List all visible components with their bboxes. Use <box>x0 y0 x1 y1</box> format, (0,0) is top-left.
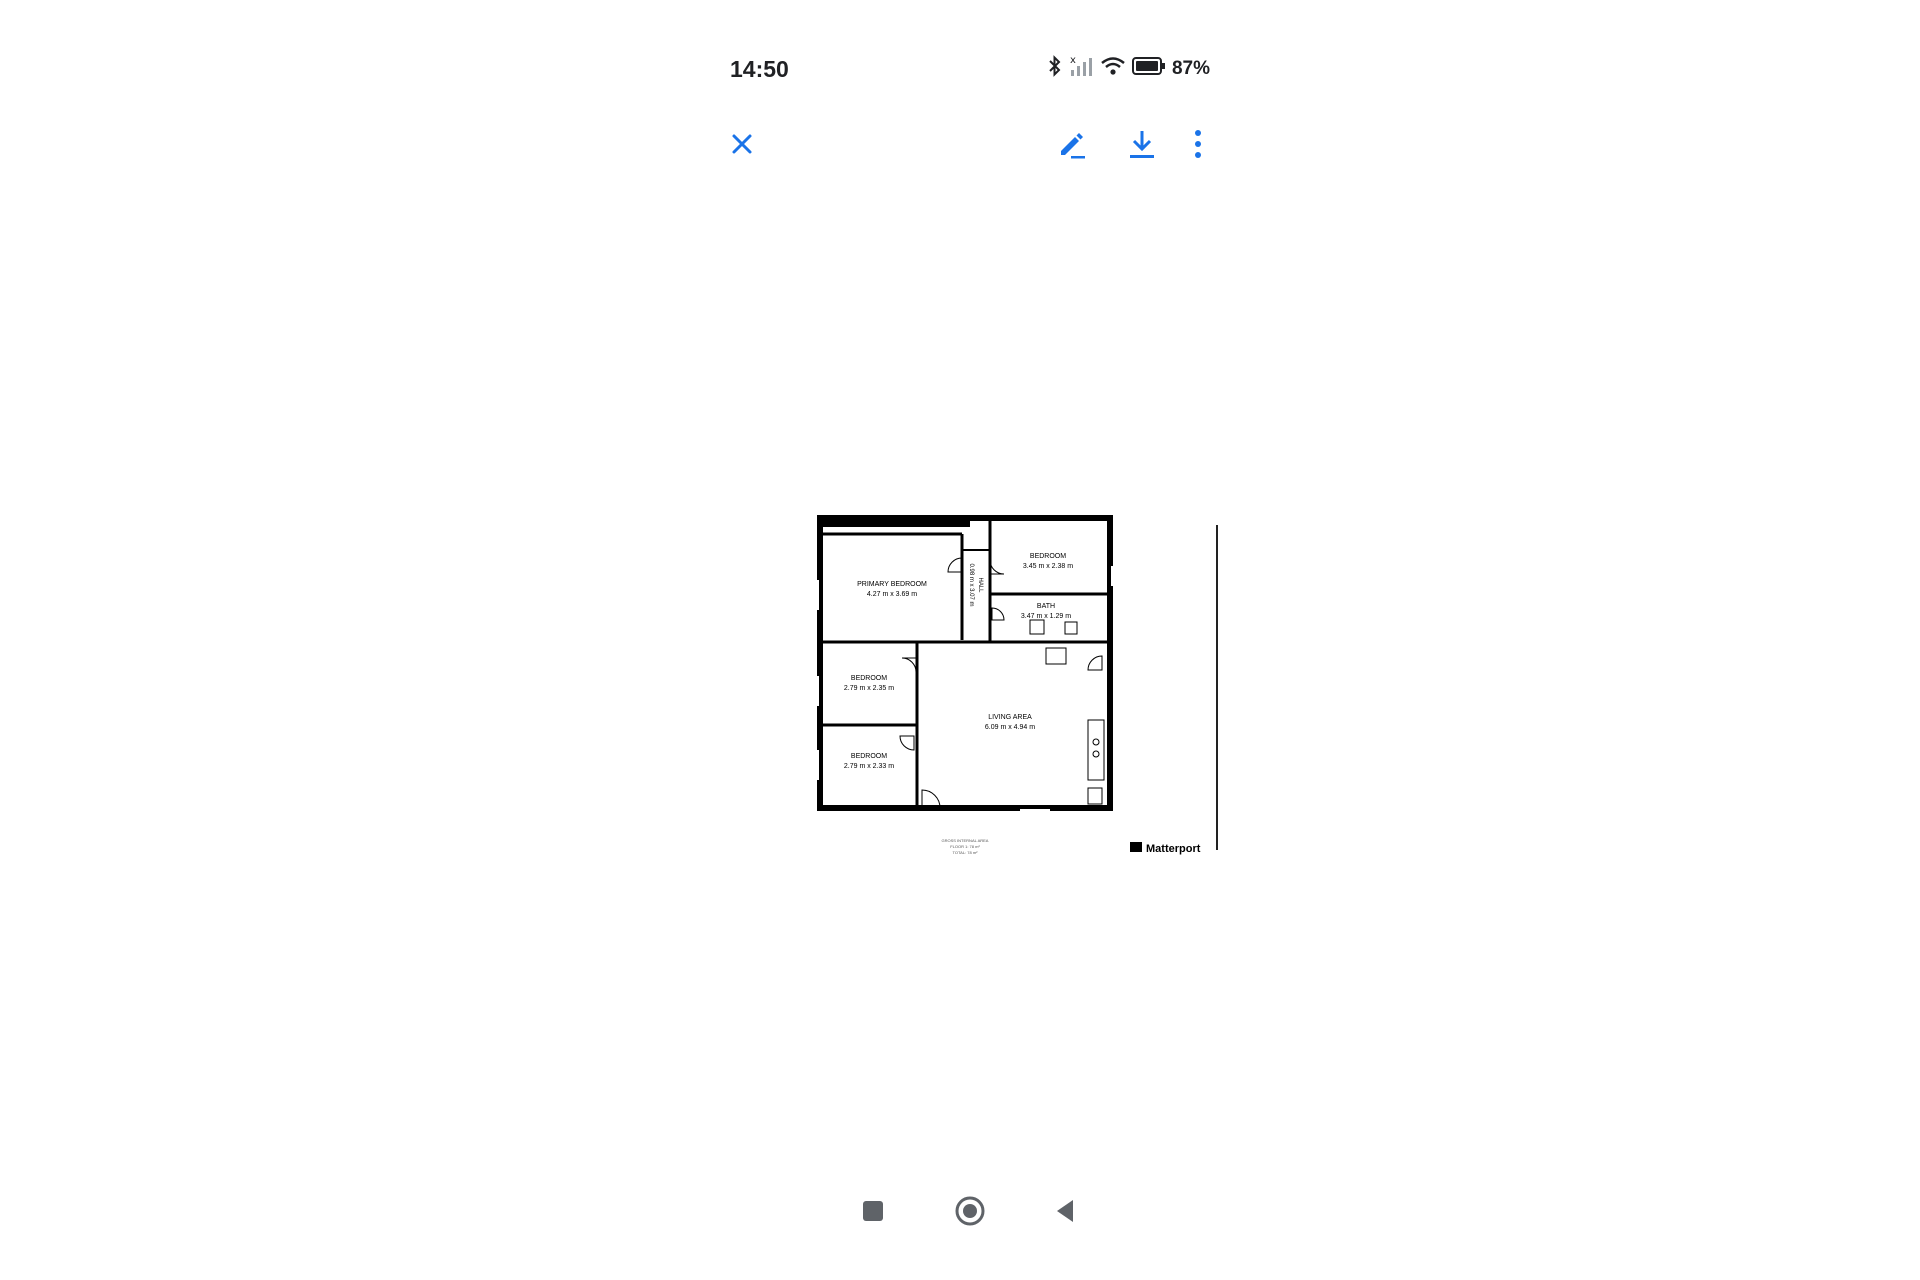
room-size-bedroom-1: 3.45 m x 2.38 m <box>1023 563 1073 570</box>
room-name-living-area: LIVING AREA <box>988 714 1032 721</box>
recents-button[interactable] <box>848 1186 898 1236</box>
home-button[interactable] <box>945 1186 995 1236</box>
matterport-logo: Matterport <box>1130 842 1201 855</box>
room-name-hall: HALL <box>977 577 983 593</box>
room-name-primary-bedroom: PRIMARY BEDROOM <box>857 581 927 588</box>
room-name-bath: BATH <box>1037 603 1055 610</box>
area-note-floor: FLOOR 1: 78 m² <box>950 844 980 849</box>
recents-icon <box>863 1201 883 1221</box>
room-size-hall: 0.98 m x 3.07 m <box>968 563 974 606</box>
bluetooth-icon <box>1048 55 1062 82</box>
more-options-button[interactable] <box>1176 122 1220 166</box>
matterport-brand: Matterport <box>1146 843 1201 855</box>
close-icon <box>732 134 752 154</box>
close-button[interactable] <box>720 122 764 166</box>
download-button[interactable] <box>1120 122 1164 166</box>
more-vert-icon <box>1195 130 1201 158</box>
room-size-bedroom-3: 2.79 m x 2.33 m <box>844 763 894 770</box>
area-note-total: TOTAL: 78 m² <box>953 850 979 855</box>
status-icons: x 87% <box>1048 54 1210 83</box>
signal-off-icon: x <box>1068 54 1094 83</box>
back-button[interactable] <box>1040 1186 1090 1236</box>
wifi-icon <box>1100 55 1126 82</box>
status-time: 14:50 <box>730 56 789 82</box>
room-size-primary-bedroom: 4.27 m x 3.69 m <box>867 591 917 598</box>
area-note-title: GROSS INTERNAL AREA <box>942 838 989 843</box>
room-name-bedroom-2: BEDROOM <box>851 675 887 682</box>
room-size-living-area: 6.09 m x 4.94 m <box>985 724 1035 731</box>
app-bar <box>720 122 1220 166</box>
home-icon <box>955 1196 985 1226</box>
room-size-bath: 3.47 m x 1.29 m <box>1021 613 1071 620</box>
image-viewer[interactable]: PRIMARY BEDROOM 4.27 m x 3.69 m BEDROOM … <box>730 510 1220 860</box>
room-name-bedroom-1: BEDROOM <box>1030 553 1066 560</box>
edit-icon <box>1061 133 1085 159</box>
navigation-bar <box>820 1186 1120 1236</box>
battery-icon <box>1131 56 1166 81</box>
status-bar: 14:50 x 87% <box>730 52 1210 88</box>
battery-percent: 87% <box>1171 57 1210 79</box>
download-icon <box>1130 131 1154 158</box>
floor-plan-image: PRIMARY BEDROOM 4.27 m x 3.69 m BEDROOM … <box>817 515 1218 855</box>
svg-text:x: x <box>1070 55 1076 66</box>
room-name-bedroom-3: BEDROOM <box>851 753 887 760</box>
back-icon <box>1057 1200 1073 1222</box>
room-size-bedroom-2: 2.79 m x 2.35 m <box>844 685 894 692</box>
edit-button[interactable] <box>1050 122 1094 166</box>
